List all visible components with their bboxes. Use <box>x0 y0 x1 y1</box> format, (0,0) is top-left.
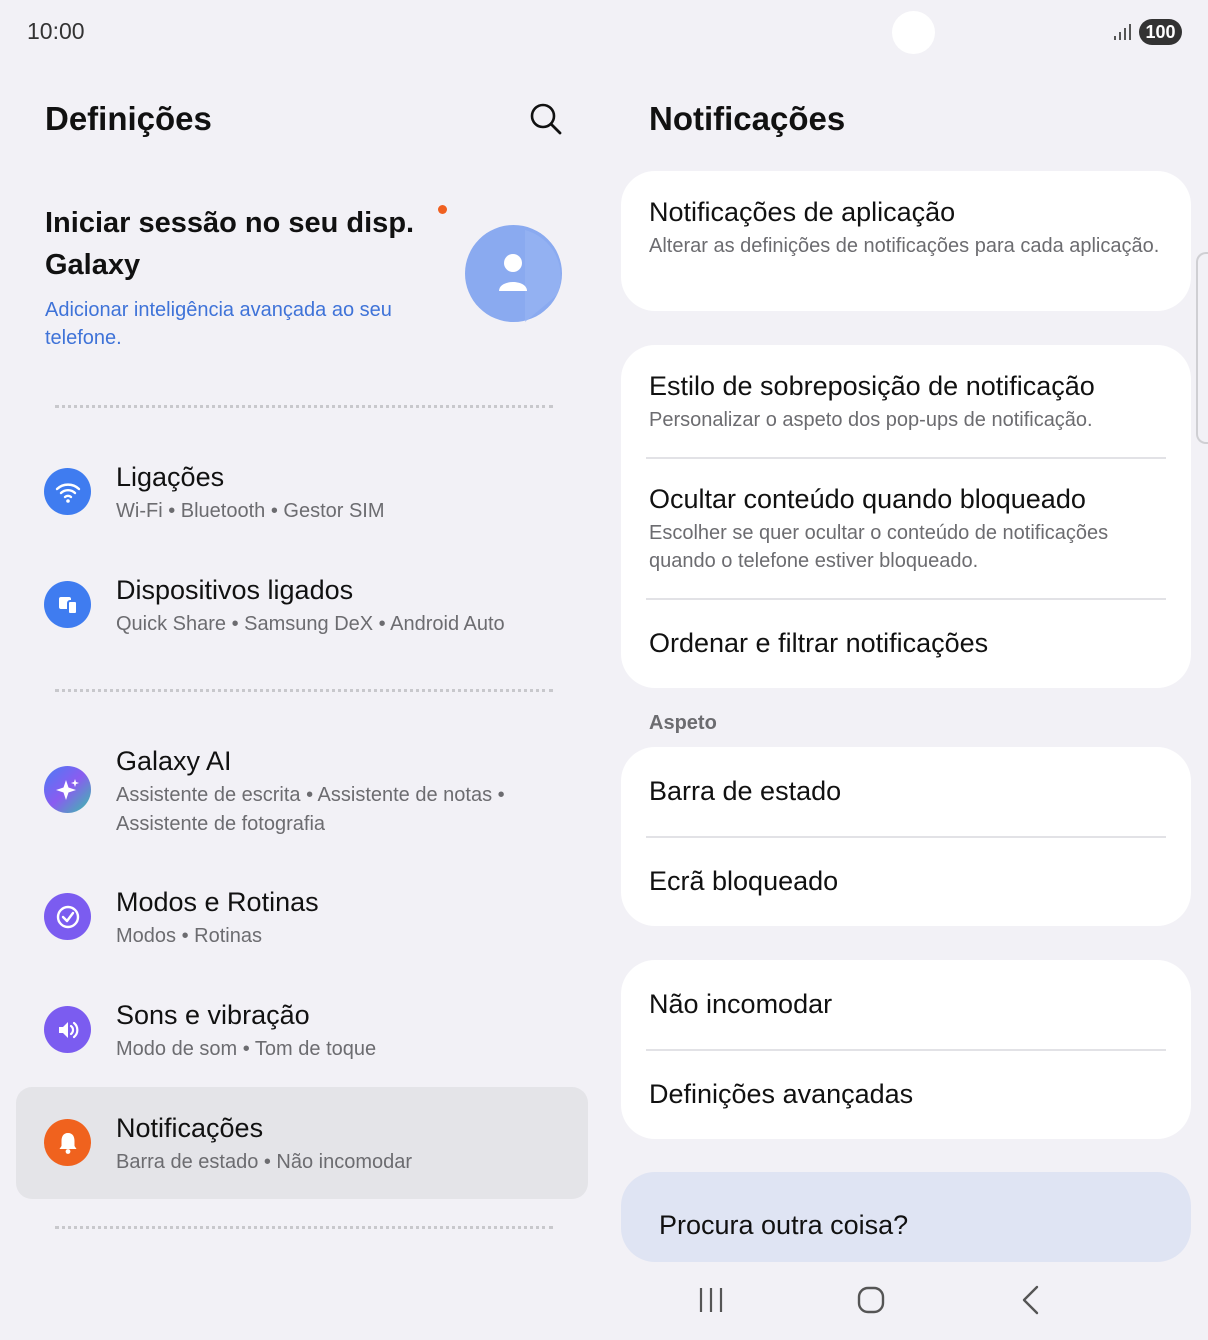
row-subtitle: Personalizar o aspeto dos pop-ups de not… <box>649 409 1093 431</box>
item-subtitle: Modos • Rotinas <box>116 925 262 947</box>
account-signin[interactable]: Iniciar sessão no seu disp. Galaxy Adici… <box>45 202 435 352</box>
page-title: Definições <box>45 100 212 137</box>
settings-item-sounds[interactable]: Sons e vibração Modo de som • Tom de toq… <box>16 974 588 1086</box>
sparkle-icon <box>44 766 91 813</box>
card-app-notifications: Notificações de aplicação Alterar as def… <box>621 171 1191 311</box>
bell-icon <box>44 1119 91 1166</box>
looking-for-something-else[interactable]: Procura outra coisa? <box>621 1172 1191 1262</box>
card-other: Não incomodar Definições avançadas <box>621 960 1191 1139</box>
divider <box>55 689 553 692</box>
row-do-not-disturb[interactable]: Não incomodar <box>649 989 1167 1020</box>
row-overlay-style[interactable]: Estilo de sobreposição de notificação Pe… <box>649 371 1167 434</box>
divider <box>55 405 553 408</box>
item-subtitle: Wi-Fi • Bluetooth • Gestor SIM <box>116 500 385 522</box>
settings-item-galaxy-ai[interactable]: Galaxy AI Assistente de escrita • Assist… <box>16 720 588 860</box>
back-icon[interactable] <box>1015 1284 1047 1316</box>
avatar[interactable] <box>465 225 562 322</box>
divider <box>55 1226 553 1229</box>
divider <box>646 457 1166 459</box>
row-hide-content[interactable]: Ocultar conteúdo quando bloqueado Escolh… <box>649 484 1167 575</box>
row-title: Ordenar e filtrar notificações <box>649 628 989 658</box>
settings-item-connected-devices[interactable]: Dispositivos ligados Quick Share • Samsu… <box>16 549 588 661</box>
card-aspect: Barra de estado Ecrã bloqueado <box>621 747 1191 926</box>
settings-item-connections[interactable]: Ligações Wi-Fi • Bluetooth • Gestor SIM <box>16 436 588 548</box>
item-subtitle: Quick Share • Samsung DeX • Android Auto <box>116 613 505 635</box>
section-label-aspect: Aspeto <box>649 712 717 734</box>
divider <box>646 1049 1166 1051</box>
battery-indicator: 100 <box>1139 19 1182 45</box>
new-badge-dot <box>438 205 447 214</box>
row-title: Notificações de aplicação <box>649 197 956 227</box>
home-icon[interactable] <box>855 1284 887 1316</box>
speaker-icon <box>44 1006 91 1053</box>
account-title: Iniciar sessão no seu disp. Galaxy <box>45 207 415 281</box>
row-status-bar[interactable]: Barra de estado <box>649 776 1167 807</box>
item-title: Galaxy AI <box>116 746 232 776</box>
search-icon[interactable] <box>528 101 564 137</box>
camera-cutout <box>892 11 935 54</box>
status-time: 10:00 <box>27 18 85 44</box>
item-title: Modos e Rotinas <box>116 887 319 917</box>
card-notification-options: Estilo de sobreposição de notificação Pe… <box>621 345 1191 688</box>
row-subtitle: Escolher se quer ocultar o conteúdo de n… <box>649 522 1109 572</box>
divider <box>646 598 1166 600</box>
row-title: Ecrã bloqueado <box>649 866 839 896</box>
item-title: Ligações <box>116 462 225 492</box>
row-app-notifications[interactable]: Notificações de aplicação Alterar as def… <box>649 197 1167 260</box>
signal-icon <box>1114 24 1131 40</box>
settings-item-notifications[interactable]: Notificações Barra de estado • Não incom… <box>16 1087 588 1199</box>
row-sort-filter[interactable]: Ordenar e filtrar notificações <box>649 628 1167 659</box>
row-subtitle: Alterar as definições de notificações pa… <box>649 235 1160 257</box>
check-circle-icon <box>44 893 91 940</box>
looking-for-label: Procura outra coisa? <box>659 1210 909 1240</box>
row-advanced-settings[interactable]: Definições avançadas <box>649 1079 1167 1110</box>
item-title: Dispositivos ligados <box>116 575 354 605</box>
settings-item-modes-routines[interactable]: Modos e Rotinas Modos • Rotinas <box>16 861 588 973</box>
row-title: Ocultar conteúdo quando bloqueado <box>649 484 1086 514</box>
wifi-icon <box>44 468 91 515</box>
row-title: Barra de estado <box>649 776 842 806</box>
recents-icon[interactable] <box>695 1284 727 1316</box>
row-title: Estilo de sobreposição de notificação <box>649 371 1095 401</box>
item-title: Notificações <box>116 1113 264 1143</box>
row-title: Definições avançadas <box>649 1079 914 1109</box>
detail-title: Notificações <box>649 100 846 137</box>
item-title: Sons e vibração <box>116 1000 310 1030</box>
item-subtitle: Assistente de escrita • Assistente de no… <box>116 784 505 835</box>
person-icon <box>499 230 561 322</box>
item-subtitle: Modo de som • Tom de toque <box>116 1038 377 1060</box>
divider <box>646 836 1166 838</box>
devices-icon <box>44 581 91 628</box>
row-title: Não incomodar <box>649 989 833 1019</box>
row-lock-screen[interactable]: Ecrã bloqueado <box>649 866 1167 897</box>
account-subtitle: Adicionar inteligência avançada ao seu t… <box>45 299 392 349</box>
item-subtitle: Barra de estado • Não incomodar <box>116 1151 413 1173</box>
panel-resize-handle[interactable] <box>1196 252 1208 444</box>
